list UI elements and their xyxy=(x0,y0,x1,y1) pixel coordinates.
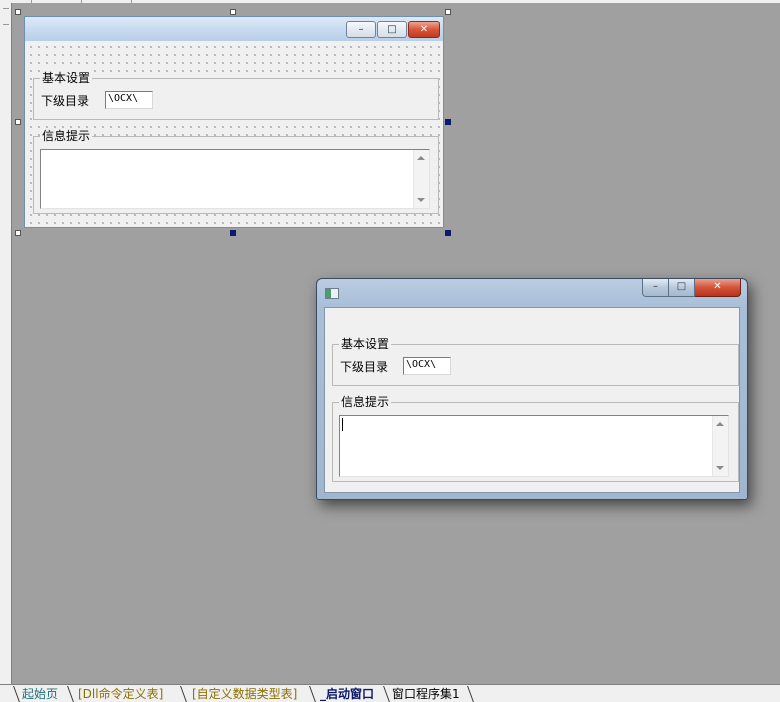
group-basic-settings: 基本设置 下级目录 \OCX\ xyxy=(332,336,739,386)
resize-handle-se[interactable] xyxy=(445,230,451,236)
vertical-ruler xyxy=(0,0,12,684)
resize-handle-nw[interactable] xyxy=(15,9,21,15)
design-group-info[interactable]: 信息提示 xyxy=(33,128,439,214)
info-memo[interactable] xyxy=(339,415,729,477)
scroll-down-icon[interactable] xyxy=(417,198,425,202)
close-icon[interactable]: ✕ xyxy=(695,279,741,297)
resize-handle-ne[interactable] xyxy=(445,9,451,15)
text-caret xyxy=(342,418,343,431)
scroll-up-icon[interactable] xyxy=(716,422,724,426)
window-client-area: 基本设置 下级目录 \OCX\ 信息提示 xyxy=(324,307,740,493)
group-legend: 基本设置 xyxy=(339,336,392,352)
info-memo[interactable] xyxy=(40,149,430,209)
subdirectory-label: 下级目录 xyxy=(41,94,90,108)
resize-handle-n[interactable] xyxy=(230,9,236,15)
subdirectory-input[interactable]: \OCX\ xyxy=(403,357,451,375)
group-legend: 信息提示 xyxy=(339,394,392,410)
minimize-icon[interactable]: – xyxy=(642,279,669,297)
scroll-up-icon[interactable] xyxy=(417,156,425,160)
resize-handle-w[interactable] xyxy=(15,119,21,125)
tab-window-assembly[interactable]: 窗口程序集1 xyxy=(392,686,460,702)
group-legend: 基本设置 xyxy=(40,70,93,86)
design-form-titlebar[interactable]: – □ ✕ xyxy=(25,17,443,41)
maximize-icon[interactable]: □ xyxy=(669,279,695,297)
runtime-window[interactable]: – □ ✕ 基本设置 下级目录 \OCX\ 信息提示 xyxy=(316,278,748,500)
window-caption-buttons: – □ ✕ xyxy=(642,279,741,297)
memo-scrollbar[interactable] xyxy=(413,150,429,208)
tab-startup-window[interactable]: _启动窗口 xyxy=(320,686,374,702)
tab-dll-commands[interactable]: [Dll命令定义表] xyxy=(78,686,163,702)
design-form[interactable]: – □ ✕ 基本设置 下级目录 \OCX\ 信息提示 xyxy=(24,16,444,228)
editor-tab-bar: 起始页 [Dll命令定义表] [自定义数据类型表] _启动窗口 窗口程序集1 xyxy=(0,684,780,702)
window-app-icon[interactable] xyxy=(325,288,339,299)
design-group-basic-settings[interactable]: 基本设置 下级目录 \OCX\ xyxy=(33,70,439,120)
memo-scrollbar[interactable] xyxy=(712,416,728,476)
resize-handle-s[interactable] xyxy=(230,230,236,236)
minimize-icon[interactable]: – xyxy=(346,21,376,38)
scroll-down-icon[interactable] xyxy=(716,466,724,470)
subdirectory-label: 下级目录 xyxy=(340,360,389,374)
tab-start-page[interactable]: 起始页 xyxy=(22,686,58,702)
group-legend: 信息提示 xyxy=(40,128,93,144)
tab-custom-types[interactable]: [自定义数据类型表] xyxy=(192,686,297,702)
resize-handle-sw[interactable] xyxy=(15,230,21,236)
design-caption-buttons: – □ ✕ xyxy=(346,21,440,38)
group-info: 信息提示 xyxy=(332,394,739,482)
resize-handle-e[interactable] xyxy=(445,119,451,125)
close-icon[interactable]: ✕ xyxy=(408,21,440,38)
subdirectory-input[interactable]: \OCX\ xyxy=(105,91,153,109)
maximize-icon[interactable]: □ xyxy=(377,21,407,38)
